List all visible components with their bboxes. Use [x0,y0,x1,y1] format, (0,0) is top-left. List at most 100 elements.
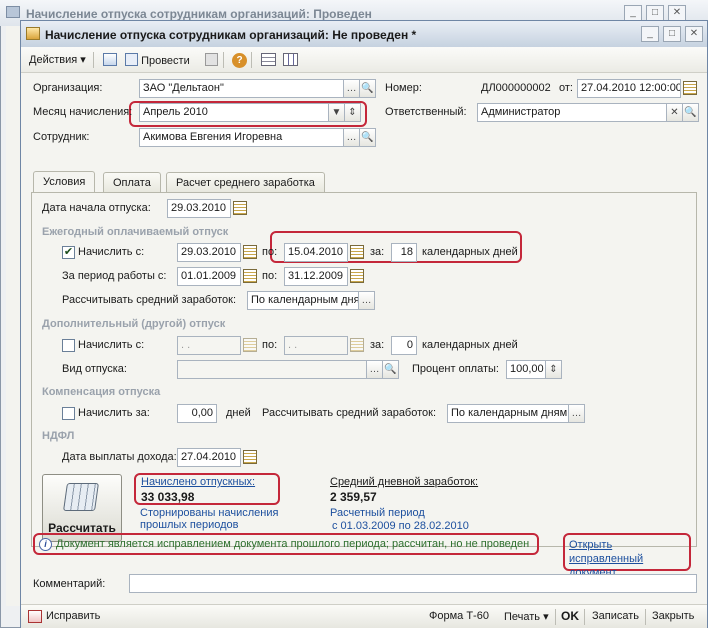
maximize-button[interactable]: □ [663,26,681,42]
close-window-button[interactable]: Закрыть [652,610,694,622]
tab-payment[interactable]: Оплата [103,172,161,192]
compensation-checkbox[interactable] [62,407,75,420]
post-and-close-icon[interactable] [99,50,121,70]
toolbar-separator [93,52,94,68]
extra-from-calendar-icon[interactable] [243,338,257,352]
comment-label: Комментарий: [33,578,106,590]
movements-icon[interactable] [279,50,302,70]
extra-to-field[interactable]: . . [284,336,348,355]
annual-from-calendar-icon[interactable] [243,245,257,259]
annual-days-field[interactable]: 18 [391,243,417,262]
avg-calc-field[interactable]: По календарным дня [247,291,359,310]
compensation-avg-select-button[interactable]: … [568,404,585,423]
start-date-label: Дата начала отпуска: [42,202,151,214]
employee-select-button[interactable]: … [343,128,360,147]
post-icon [125,53,138,66]
start-date-calendar-icon[interactable] [233,201,247,215]
org-field[interactable]: ЗАО "Дельтаон" [139,79,344,98]
tab-average-earnings[interactable]: Расчет среднего заработка [166,172,325,192]
date-label: от: [559,82,573,94]
annual-from-field[interactable]: 29.03.2010 [177,243,241,262]
pay-date-calendar-icon[interactable] [243,450,257,464]
org-label: Организация: [33,82,103,94]
ndfl-section-header: НДФЛ [42,430,75,442]
bottom-bar: Исправить Форма Т-60 Печать ▾ OK Записат… [21,604,707,628]
extra-to-calendar-icon[interactable] [350,338,364,352]
annual-from-label: Начислить с: [78,246,145,258]
calculate-button[interactable]: Рассчитать [42,474,122,542]
work-period-from-calendar-icon[interactable] [243,269,257,283]
calc-period-line1: Расчетный период [330,507,425,519]
work-period-to-calendar-icon[interactable] [350,269,364,283]
responsible-field[interactable]: Администратор [477,103,667,122]
comment-field[interactable] [129,574,697,593]
month-spin-icon[interactable]: ⇕ [344,103,361,122]
org-select-button[interactable]: … [343,79,360,98]
print-menu[interactable]: Печать ▾ [504,610,549,623]
annual-to-label: по: [262,246,278,258]
info-icon: i [39,538,52,551]
fix-icon [28,610,42,623]
document-icon [26,27,40,40]
work-period-to-field[interactable]: 31.12.2009 [284,267,348,286]
responsible-clear-icon[interactable]: ✕ [666,103,683,122]
extra-from-label: Начислить с: [78,339,145,351]
annual-days-unit: календарных дней [422,246,518,258]
actions-menu[interactable]: Действия ▾ [25,50,90,70]
window-title: Начисление отпуска сотрудникам организац… [21,21,707,47]
accrued-value: 33 033,98 [141,490,195,504]
pay-percent-spin-icon[interactable]: ⇕ [545,360,562,379]
tab-conditions[interactable]: Условия [33,171,96,193]
month-field[interactable]: Апрель 2010 [139,103,329,122]
number-field[interactable]: ДЛ000000002 [477,79,555,98]
app-icon [6,6,20,18]
compensation-avg-field[interactable]: По календарным дням [447,404,569,423]
minimize-button[interactable]: _ [641,26,659,42]
avg-daily-label: Средний дневной заработок: [330,476,479,488]
annual-days-label: за: [370,246,385,258]
bg-minimize-button[interactable]: _ [624,5,642,21]
employee-search-icon[interactable]: 🔍 [359,128,376,147]
month-dropdown-icon[interactable]: ▼ [328,103,345,122]
annual-checkbox[interactable]: ✔ [62,246,75,259]
vacation-kind-select-button[interactable]: … [366,360,383,379]
chevron-down-icon: ▾ [543,611,549,623]
org-search-icon[interactable]: 🔍 [359,79,376,98]
extra-from-field[interactable]: . . [177,336,241,355]
date-field[interactable]: 27.04.2010 12:00:00 [577,79,681,98]
bg-close-button[interactable]: ✕ [668,5,686,21]
avg-calc-select-button[interactable]: … [358,291,375,310]
extra-days-label: за: [370,339,385,351]
work-period-from-field[interactable]: 01.01.2009 [177,267,241,286]
employee-label: Сотрудник: [33,131,90,143]
compensation-label: Начислить за: [78,407,150,419]
vacation-kind-search-icon[interactable]: 🔍 [382,360,399,379]
employee-field[interactable]: Акимова Евгения Игоревна [139,128,344,147]
accrued-label[interactable]: Начислено отпускных: [141,476,255,488]
help-icon[interactable]: ? [228,50,251,70]
close-button[interactable]: ✕ [685,26,703,42]
compensation-days-field[interactable]: 0,00 [177,404,217,423]
bg-maximize-button[interactable]: □ [646,5,664,21]
annual-to-field[interactable]: 15.04.2010 [284,243,348,262]
post-button[interactable]: Провести [121,50,194,70]
start-date-field[interactable]: 29.03.2010 [167,199,231,218]
annual-to-calendar-icon[interactable] [350,245,364,259]
responsible-search-icon[interactable]: 🔍 [682,103,699,122]
date-calendar-icon[interactable] [683,81,697,95]
fix-button[interactable]: Исправить [46,610,100,622]
vacation-kind-field[interactable] [177,360,367,379]
extra-checkbox[interactable] [62,339,75,352]
pay-date-field[interactable]: 27.04.2010 [177,448,241,467]
reversed-accruals-link[interactable]: Сторнированы начисления прошлых периодов [140,507,290,531]
responsible-label: Ответственный: [385,106,467,118]
pay-percent-field[interactable]: 100,00 [506,360,546,379]
extra-section-header: Дополнительный (другой) отпуск [42,318,226,330]
save-button[interactable]: Записать [592,610,639,622]
form-t60-button[interactable]: Форма Т-60 [429,610,489,622]
structure-icon[interactable] [257,50,280,70]
extra-days-field[interactable]: 0 [391,336,417,355]
ok-button[interactable]: OK [561,609,579,623]
pay-percent-label: Процент оплаты: [412,363,499,375]
unpost-icon[interactable] [201,50,222,70]
